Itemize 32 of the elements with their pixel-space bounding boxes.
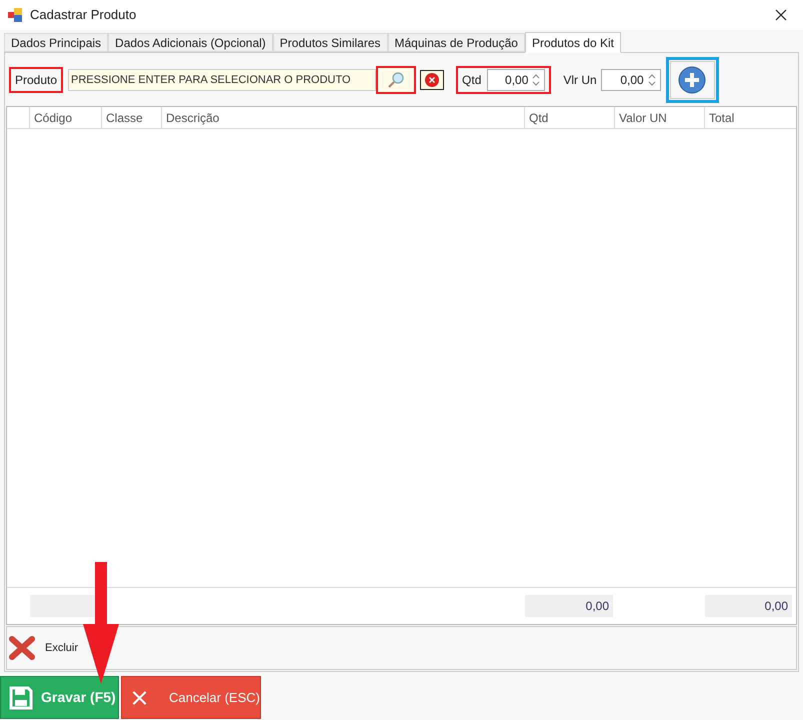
column-header[interactable]: Qtd <box>525 107 615 128</box>
field-label: Vlr Un <box>563 72 597 89</box>
clear-icon <box>425 73 440 87</box>
delete-icon <box>9 636 35 660</box>
field-label: Produto <box>9 67 64 93</box>
plus-icon <box>678 66 706 94</box>
search-icon <box>387 71 406 89</box>
app-icon <box>8 8 22 22</box>
window-title: Cadastrar Produto <box>30 6 136 24</box>
cancel-button[interactable]: Cancelar (ESC) <box>121 676 261 719</box>
column-header[interactable]: Total <box>705 107 796 128</box>
product-field[interactable]: PRESSIONE ENTER PARA SELECIONAR O PRODUTO <box>68 69 376 91</box>
close-icon[interactable] <box>775 9 787 21</box>
tab[interactable]: Produtos Similares <box>272 33 388 52</box>
column-header[interactable]: Código <box>30 107 102 128</box>
field-label: Qtd <box>462 72 482 89</box>
spinner-icon[interactable] <box>532 73 540 87</box>
tab[interactable]: Máquinas de Produção <box>388 33 525 52</box>
column-header[interactable]: Descrição <box>162 107 525 128</box>
quantity-field[interactable]: 0,00 <box>487 69 546 91</box>
tab[interactable]: Dados Principais <box>4 33 108 52</box>
search-button[interactable] <box>376 66 416 94</box>
tab[interactable]: Dados Adicionais (Opcional) <box>108 33 273 52</box>
column-header[interactable]: Valor UN <box>615 107 705 128</box>
total-cell: 0,00 <box>705 595 792 617</box>
delete-button[interactable]: Excluir <box>7 631 78 665</box>
clear-button[interactable] <box>420 70 444 90</box>
unit-price-field[interactable]: 0,00 <box>600 69 661 91</box>
column-header[interactable]: Classe <box>102 107 162 128</box>
total-cell: 0,00 <box>525 595 613 617</box>
tab[interactable]: Produtos do Kit <box>524 32 621 53</box>
spinner-icon[interactable] <box>648 73 656 87</box>
